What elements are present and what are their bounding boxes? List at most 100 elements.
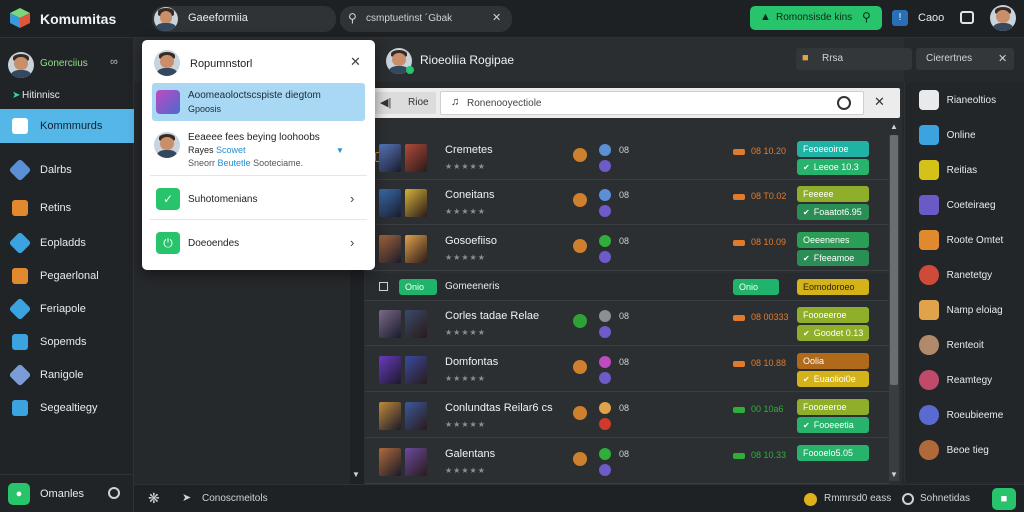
- right-sidebar-item[interactable]: Rianeoltios: [905, 82, 1024, 118]
- right-sidebar: Rianeoltios Online Reitias Coeteiraeg Roote …: [904, 82, 1024, 482]
- dropdown-option[interactable]: ⏻ Doeoendes ›: [150, 224, 367, 264]
- none-badge: [573, 406, 587, 420]
- table-row[interactable]: Galentans ★★★★★ 08 08 10.33 Foooelo5.05: [365, 440, 889, 484]
- close-icon[interactable]: ✕: [492, 11, 501, 24]
- scrollbar[interactable]: [889, 135, 899, 481]
- tag-badge[interactable]: Oolia: [797, 353, 869, 369]
- right-sidebar-item[interactable]: Namp eloiag: [905, 292, 1024, 328]
- notification-icon[interactable]: !: [892, 10, 908, 26]
- tag-badge[interactable]: Foooeeroe: [797, 399, 869, 415]
- header-button[interactable]: Cierertnes ✕: [916, 48, 1014, 70]
- scroll-up-icon[interactable]: ▲: [890, 122, 898, 131]
- sidebar-item[interactable]: Retins: [0, 193, 134, 223]
- tag-badge[interactable]: ✔ Euaolioi0e: [797, 371, 869, 387]
- right-sidebar-item[interactable]: Roeubieeme: [905, 397, 1024, 433]
- scroll-down-icon[interactable]: ▼: [352, 470, 360, 479]
- user-label[interactable]: Caoo: [918, 12, 944, 24]
- table-row[interactable]: Corles tadae Relae ★★★★★ 08 08 00333 Foooeer…: [365, 302, 889, 346]
- right-sidebar-item[interactable]: Reamtegy: [905, 362, 1024, 398]
- dropdown-option[interactable]: ✓ Suhotomenians ›: [150, 180, 367, 220]
- price-icon: [733, 240, 745, 246]
- group-row[interactable]: Onio Gomeeneris Onio Eomodoroeo: [365, 273, 889, 301]
- right-sidebar-label: Beoe tieg: [946, 444, 989, 456]
- search-bar[interactable]: ⚲ csmptuetinst ´Gbak ✕: [340, 6, 512, 32]
- option-label: Suhotomenians: [188, 194, 258, 205]
- profile-switcher[interactable]: Gaeeformiia: [152, 6, 336, 32]
- close-icon[interactable]: ✕: [874, 94, 885, 110]
- top-bar: Komumitas Gaeeformiia ⚲ csmptuetinst ´Gb…: [0, 0, 1024, 38]
- highlighted-item[interactable]: Aoomeaoloctscspiste diegtom Gpoosis: [152, 83, 365, 121]
- avatar-icon: [919, 440, 939, 460]
- tag-badge[interactable]: Foooeeroe: [797, 307, 869, 323]
- scrollbar-thumb[interactable]: [890, 135, 898, 385]
- tag-badge[interactable]: Eomodoroeo: [797, 279, 869, 295]
- settings-icon[interactable]: ❋: [148, 490, 160, 507]
- status-badge[interactable]: Onio: [733, 279, 779, 295]
- tag-badge[interactable]: Feeeee: [797, 186, 869, 202]
- section-label: Hitinnisc: [22, 90, 60, 101]
- tag-badge[interactable]: Feoeeoiroe: [797, 141, 869, 157]
- send-icon[interactable]: ➤: [182, 491, 191, 504]
- chat-launch-button[interactable]: ■: [992, 488, 1016, 510]
- user-avatar[interactable]: [8, 52, 34, 78]
- right-sidebar-item[interactable]: Renteoit: [905, 327, 1024, 363]
- game-thumbnail: [405, 356, 427, 384]
- table-row[interactable]: Domfontas ★★★★★ 08 08 10.88 Oolia ✔ Euaolioi0e: [365, 348, 889, 392]
- chat-icon[interactable]: [960, 11, 974, 24]
- post-line2-b[interactable]: Scowet: [216, 145, 246, 155]
- sidebar-item[interactable]: Eopladds: [0, 228, 134, 258]
- sidebar-item[interactable]: Segealtiegy: [0, 393, 134, 423]
- check-icon-badge: [573, 314, 587, 328]
- tag-badge[interactable]: ✔ Leeoe 10.3: [797, 159, 869, 175]
- close-icon[interactable]: ✕: [350, 54, 361, 70]
- price-value: 08 10.88: [751, 358, 787, 368]
- table-row[interactable]: Gosoefiiso ★★★★★ 08 08 10.09 Oeeenenes ✔ Ffeea…: [365, 227, 889, 271]
- right-sidebar-item[interactable]: Roote Omtet: [905, 222, 1024, 258]
- tag-badge[interactable]: ✔ Goodet 0.13: [797, 325, 869, 341]
- sidebar-item[interactable]: Dalrbs: [0, 155, 134, 185]
- sidebar-footer[interactable]: ● Omanles: [0, 474, 134, 512]
- right-sidebar-item[interactable]: Beoe tieg: [905, 432, 1024, 468]
- sidebar-item[interactable]: Sopemds: [0, 327, 134, 357]
- sidebar-item[interactable]: Kommmurds: [0, 109, 134, 143]
- close-icon[interactable]: ✕: [998, 52, 1007, 65]
- app-logo[interactable]: [8, 6, 32, 30]
- sidebar-item[interactable]: Feriapole: [0, 294, 134, 324]
- scroll-down-icon[interactable]: ▼: [890, 470, 898, 479]
- table-row[interactable]: Conlundtas Reilar6 cs ★★★★★ 08 00 10a6 Foooe…: [365, 394, 889, 438]
- right-sidebar-item[interactable]: Ranetetgy: [905, 257, 1024, 293]
- checkbox[interactable]: [379, 282, 388, 291]
- sidebar-item[interactable]: Pegaerlonal: [0, 261, 134, 291]
- profile-name: Gaeeformiia: [188, 12, 248, 24]
- online-icon: ●: [8, 483, 30, 505]
- table-row[interactable]: Coneitans ★★★★★ 08 08 T0.02 Feeeee ✔ Foaatot6.…: [365, 181, 889, 225]
- tag-badge[interactable]: ✔ Foaatot6.95: [797, 204, 869, 220]
- arrow-left-icon: [919, 90, 939, 110]
- right-sidebar-item[interactable]: Reitias: [905, 152, 1024, 188]
- tag-badge[interactable]: Oeeenenes: [797, 232, 869, 248]
- toggle-icon[interactable]: [108, 487, 120, 499]
- right-sidebar-item[interactable]: Online: [905, 117, 1024, 153]
- square-icon-badge: [573, 360, 587, 374]
- more-icon[interactable]: ▼: [336, 146, 344, 155]
- search-input[interactable]: csmptuetinst ´Gbak: [366, 13, 496, 24]
- account-avatar[interactable]: [990, 5, 1016, 31]
- link-icon[interactable]: ∞: [110, 56, 118, 68]
- bolt-icon: [8, 231, 32, 255]
- right-sidebar-item[interactable]: Coeteiraeg: [905, 187, 1024, 223]
- tag-badge[interactable]: ✔ Ffeeamoe: [797, 250, 869, 266]
- check-icon: ✔: [803, 162, 810, 172]
- online-chip[interactable]: Onio: [399, 279, 437, 295]
- status-dot: [599, 356, 611, 368]
- post-line3-b[interactable]: Beutetle: [218, 158, 251, 168]
- post-item[interactable]: Eeaeee fees beying loohoobs Rayes Scowet…: [150, 126, 367, 176]
- tag-badge[interactable]: Foooelo5.05: [797, 445, 869, 461]
- sidebar-item[interactable]: Ranigole: [0, 360, 134, 390]
- filter-input[interactable]: ♫ Ronenooyectiole: [440, 91, 864, 115]
- lock-button[interactable]: ■ Rrsa: [796, 48, 912, 70]
- table-row[interactable]: Cremetes ★★★★★ 08 08 10.20 Feoeeoiroe ✔ Leeoe …: [365, 136, 889, 180]
- info-icon[interactable]: [837, 96, 851, 110]
- back-button[interactable]: ◀| Rioe: [374, 92, 436, 114]
- tag-badge[interactable]: ✔ Fooeeetia: [797, 417, 869, 433]
- primary-action-button[interactable]: ▲ Romonsisde kins ⚲: [750, 6, 882, 30]
